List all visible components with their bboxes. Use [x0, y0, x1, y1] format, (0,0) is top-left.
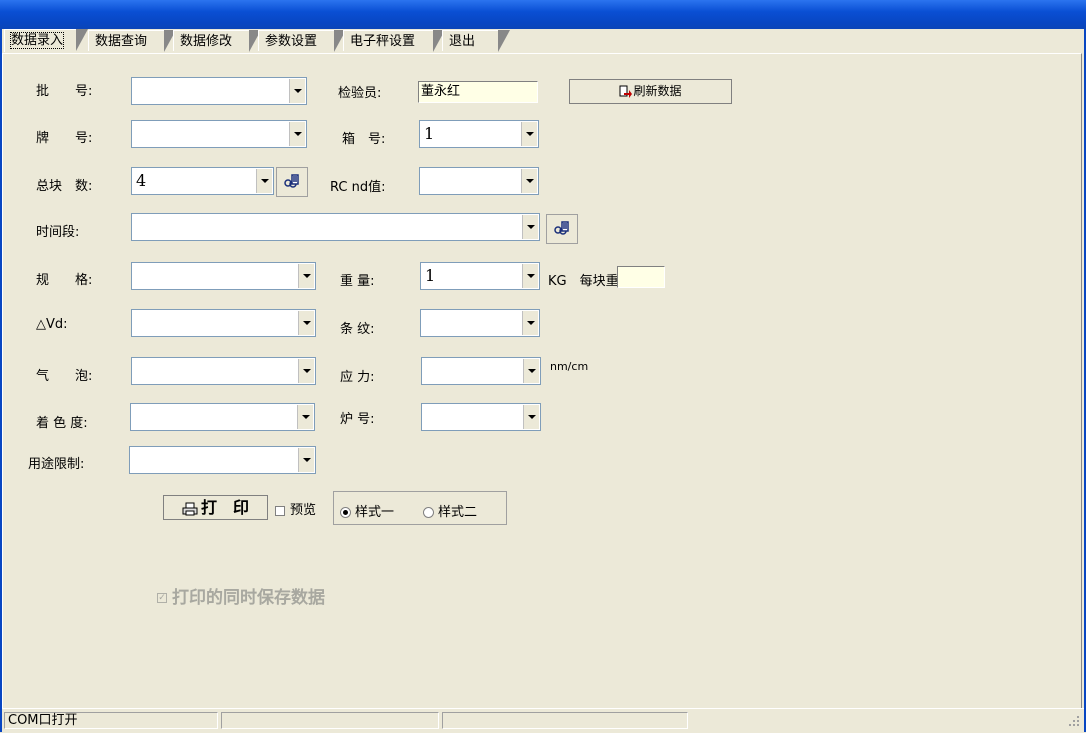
printer-icon	[182, 502, 198, 515]
refresh-data-button[interactable]: 刷新数据	[569, 79, 732, 104]
timespan-combo[interactable]	[131, 213, 540, 241]
per-block-weight-field[interactable]	[617, 266, 665, 288]
chevron-down-icon[interactable]	[523, 405, 539, 429]
kg-unit: KG 每块重	[548, 270, 619, 289]
print-style-group: 样式一 样式二	[333, 491, 507, 525]
tab-strip: 数据录入 数据查询 数据修改 参数设置 电子秤设置 退出	[2, 29, 1084, 53]
usage-label: 用途限制:	[28, 457, 85, 472]
box-label: 箱 号:	[342, 132, 386, 147]
status-panel	[221, 712, 439, 729]
spec-combo[interactable]	[131, 262, 316, 290]
preview-checkbox[interactable]: 预览	[275, 499, 316, 518]
inspector-field[interactable]: 董永红	[418, 81, 538, 103]
chevron-down-icon[interactable]	[298, 448, 314, 472]
refresh-label: 刷新数据	[633, 84, 682, 98]
usage-combo[interactable]	[129, 446, 316, 474]
chevron-down-icon[interactable]	[256, 169, 272, 193]
tool-icon	[554, 221, 569, 235]
chevron-down-icon[interactable]	[298, 311, 314, 335]
status-bar: COM口打开	[2, 708, 1084, 733]
resize-grip-icon[interactable]	[1068, 715, 1080, 727]
weight-label: 重 量:	[340, 274, 375, 289]
tab-label: 数据查询	[95, 34, 148, 49]
tab-scale-settings[interactable]: 电子秤设置	[343, 30, 445, 52]
total-action-button[interactable]	[276, 167, 308, 197]
furnace-label: 炉 号:	[340, 412, 375, 427]
kg-label: KG	[548, 274, 567, 289]
chevron-down-icon[interactable]	[521, 122, 537, 146]
inspector-label: 检验员:	[338, 86, 382, 101]
batch-label: 批 号:	[36, 84, 93, 99]
style2-radio[interactable]: 样式二	[423, 501, 477, 520]
rc-nd-label: RC nd值:	[330, 180, 386, 195]
save-with-print-checkbox: ✓ 打印的同时保存数据	[157, 583, 325, 608]
box-combo[interactable]: 1	[419, 120, 539, 148]
timespan-action-button[interactable]	[546, 214, 578, 244]
checkbox-checked-icon: ✓	[157, 593, 167, 603]
tab-data-entry[interactable]: 数据录入	[4, 29, 88, 52]
tab-label: 数据录入	[9, 32, 65, 49]
total-combo[interactable]: 4	[131, 167, 274, 195]
batch-combo[interactable]	[131, 77, 307, 105]
radio-selected-icon[interactable]	[340, 507, 351, 518]
rc-nd-combo[interactable]	[419, 167, 539, 195]
stress-combo[interactable]	[421, 357, 541, 385]
tool-icon	[284, 174, 299, 188]
chevron-down-icon[interactable]	[298, 264, 314, 288]
stress-unit: nm/cm	[550, 360, 589, 373]
weight-combo[interactable]: 1	[420, 262, 540, 290]
per-block-label: 每块重	[579, 274, 619, 289]
chevron-down-icon[interactable]	[289, 122, 305, 146]
preview-label: 预览	[290, 503, 317, 518]
chevron-down-icon[interactable]	[522, 311, 538, 335]
total-value: 4	[136, 171, 147, 190]
print-label: 打 印	[200, 498, 249, 517]
box-value: 1	[424, 124, 435, 143]
status-panel-com: COM口打开	[4, 712, 218, 729]
refresh-icon	[619, 85, 633, 98]
radio-icon[interactable]	[423, 507, 434, 518]
dvd-label: △Vd:	[36, 317, 68, 332]
total-label: 总块 数:	[36, 179, 93, 194]
chevron-down-icon[interactable]	[521, 169, 537, 193]
chevron-down-icon[interactable]	[523, 359, 539, 383]
tab-label: 数据修改	[180, 34, 233, 49]
dvd-combo[interactable]	[131, 309, 316, 337]
tab-label: 参数设置	[265, 34, 318, 49]
spec-label: 规 格:	[36, 273, 93, 288]
bubble-label: 气 泡:	[36, 369, 93, 384]
style1-label: 样式一	[355, 505, 395, 520]
tab-label: 退出	[449, 34, 476, 49]
title-bar	[0, 0, 1086, 29]
stripe-combo[interactable]	[420, 309, 540, 337]
status-panel	[442, 712, 688, 729]
bubble-combo[interactable]	[131, 357, 316, 385]
chevron-down-icon[interactable]	[297, 405, 313, 429]
tab-label: 电子秤设置	[350, 34, 416, 49]
print-button[interactable]: 打 印	[163, 495, 268, 520]
chevron-down-icon[interactable]	[522, 264, 538, 288]
color-combo[interactable]	[130, 403, 315, 431]
chevron-down-icon[interactable]	[298, 359, 314, 383]
checkbox-icon[interactable]	[275, 505, 285, 516]
furnace-combo[interactable]	[421, 403, 541, 431]
tab-data-modify[interactable]: 数据修改	[173, 30, 261, 52]
brand-label: 牌 号:	[36, 131, 93, 146]
stress-label: 应 力:	[340, 370, 375, 385]
tab-data-query[interactable]: 数据查询	[88, 30, 176, 52]
style1-radio[interactable]: 样式一	[340, 501, 394, 520]
tab-exit[interactable]: 退出	[442, 30, 510, 52]
save-with-print-label: 打印的同时保存数据	[172, 588, 325, 608]
style2-label: 样式二	[438, 505, 478, 520]
stripe-label: 条 纹:	[340, 322, 375, 337]
color-label: 着 色 度:	[36, 416, 88, 431]
timespan-label: 时间段:	[36, 225, 80, 240]
tab-param-settings[interactable]: 参数设置	[258, 30, 346, 52]
chevron-down-icon[interactable]	[289, 79, 305, 103]
chevron-down-icon[interactable]	[522, 215, 538, 239]
brand-combo[interactable]	[131, 120, 307, 148]
weight-value: 1	[425, 266, 436, 285]
